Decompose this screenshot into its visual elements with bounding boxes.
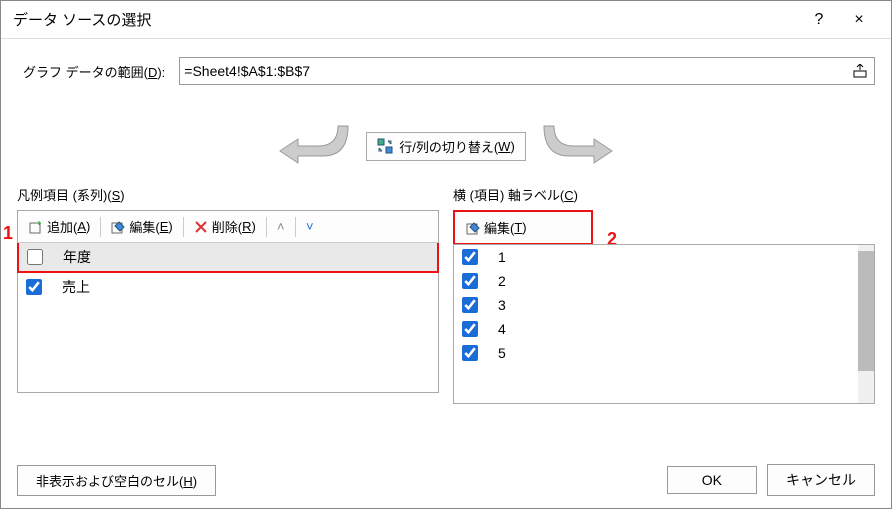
switch-row-column-button[interactable]: 行/列の切り替え(W) [366,132,526,161]
series-listbox-rest: 売上 [17,273,439,393]
edit-series-button[interactable]: 編集(E) [103,214,180,239]
data-range-label: グラフ データの範囲(D): [23,62,165,81]
remove-icon [194,220,208,234]
axis-row[interactable]: 3 [454,293,858,317]
axis-label: 1 [498,249,506,265]
axis-checkbox[interactable] [462,345,478,361]
edit-icon [111,220,125,234]
scrollbar[interactable] [858,245,874,403]
axis-checkbox[interactable] [462,249,478,265]
close-button[interactable]: × [839,11,879,29]
series-column: 凡例項目 (系列)(S) 追加(A) 編集(E) 削除(R) [17,185,439,404]
arrow-right-icon [534,121,624,171]
titlebar: データ ソースの選択 ? × [1,1,891,39]
series-toolbar: 追加(A) 編集(E) 削除(R) ˄ ˅ [17,210,439,243]
axis-row[interactable]: 5 [454,341,858,365]
switch-icon [377,138,393,154]
collapse-dialog-icon[interactable] [850,61,870,81]
edit-axis-button[interactable]: 編集(T) [458,215,535,240]
axis-label: 4 [498,321,506,337]
move-down-button[interactable]: ˅ [298,219,322,234]
axis-column: 横 (項目) 軸ラベル(C) 編集(T) 1 2 3 4 5 [453,185,875,404]
select-data-source-dialog: データ ソースの選択 ? × グラフ データの範囲(D): 行/列の切り替え(W… [0,0,892,509]
axis-checkbox[interactable] [462,297,478,313]
move-up-button[interactable]: ˄ [269,219,293,234]
axis-row[interactable]: 1 [454,245,858,269]
remove-series-button[interactable]: 削除(R) [186,214,264,239]
lists-row: 1 2 凡例項目 (系列)(S) 追加(A) 編集(E) [17,185,875,404]
series-checkbox[interactable] [27,249,43,265]
axis-toolbar: 編集(T) [453,210,593,245]
axis-header: 横 (項目) 軸ラベル(C) [453,185,875,204]
axis-label: 2 [498,273,506,289]
axis-label: 3 [498,297,506,313]
add-icon [29,220,43,234]
dialog-content: グラフ データの範囲(D): 行/列の切り替え(W) 1 2 [1,39,891,452]
help-button[interactable]: ? [799,11,839,29]
arrow-left-icon [268,121,358,171]
axis-row[interactable]: 4 [454,317,858,341]
series-label: 年度 [63,247,91,267]
axis-listbox: 1 2 3 4 5 [453,244,875,404]
add-series-button[interactable]: 追加(A) [21,214,98,239]
series-label: 売上 [62,277,90,297]
series-row[interactable]: 売上 [18,273,438,301]
dialog-title: データ ソースの選択 [13,9,799,30]
axis-row[interactable]: 2 [454,269,858,293]
hidden-empty-cells-button[interactable]: 非表示および空白のセル(H) [17,465,216,496]
series-checkbox[interactable] [26,279,42,295]
swap-row: 行/列の切り替え(W) [17,121,875,171]
series-listbox: 年度 [17,243,439,273]
axis-checkbox[interactable] [462,321,478,337]
annotation-1: 1 [3,223,13,244]
data-range-row: グラフ データの範囲(D): [17,57,875,85]
footer: 非表示および空白のセル(H) OK キャンセル [1,452,891,508]
ok-button[interactable]: OK [667,466,757,494]
axis-label: 5 [498,345,506,361]
edit-icon [466,221,480,235]
cancel-button[interactable]: キャンセル [767,464,875,496]
data-range-input-wrap [179,57,875,85]
scrollbar-thumb[interactable] [858,251,874,371]
data-range-input[interactable] [184,63,850,79]
series-header: 凡例項目 (系列)(S) [17,185,439,204]
axis-checkbox[interactable] [462,273,478,289]
series-row[interactable]: 年度 [19,243,437,271]
